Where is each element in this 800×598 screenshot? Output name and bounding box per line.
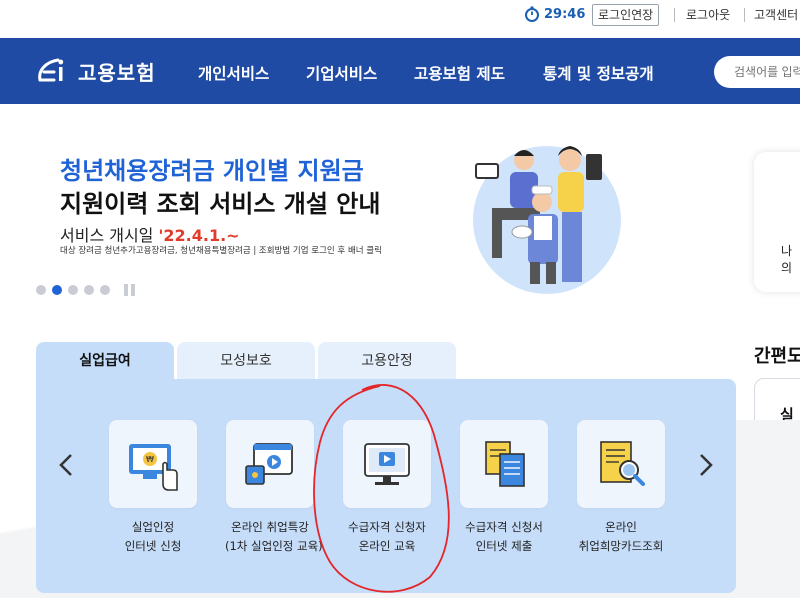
service-item-job-card-lookup[interactable]: 온라인 취업희망카드조회 — [576, 420, 666, 556]
service-box[interactable] — [460, 420, 548, 508]
slide-dot-5[interactable] — [100, 285, 110, 295]
banner-date-value: '22.4.1.~ — [158, 226, 240, 245]
session-timer: 29:46 — [524, 6, 585, 22]
service-label: 온라인 취업특강 (1차 실업인정 교육) — [225, 518, 323, 556]
service-label: 수급자격 신청서 인터넷 제출 — [459, 518, 549, 556]
slide-dot-3[interactable] — [68, 285, 78, 295]
stopwatch-icon — [525, 6, 539, 22]
slide-dot-4[interactable] — [84, 285, 94, 295]
chevron-left-icon[interactable] — [56, 450, 76, 480]
banner-date-prefix: 서비스 개시일 — [60, 226, 159, 245]
service-item-online-lecture[interactable]: 온라인 취업특강 (1차 실업인정 교육) — [225, 420, 323, 556]
divider — [744, 8, 745, 22]
service-item-unemployment-online[interactable]: ₩ 실업인정 인터넷 신청 — [108, 420, 198, 556]
side-card-text: 나의 — [781, 244, 793, 275]
nav-item-statistics[interactable]: 통계 및 정보공개 — [543, 62, 654, 84]
utility-bar: 29:46 로그인연장 로그아웃 고객센터 — [0, 0, 800, 38]
service-box[interactable] — [226, 420, 314, 508]
tab-maternity-protection[interactable]: 모성보호 — [177, 342, 315, 380]
support-center-link[interactable]: 고객센터 — [754, 6, 798, 23]
service-label-line1: 온라인 — [605, 520, 637, 534]
service-label-line1: 온라인 취업특강 — [231, 520, 309, 534]
banner-people-illustration — [473, 146, 621, 294]
timer-text: 29:46 — [544, 6, 586, 22]
service-item-application-submit[interactable]: 수급자격 신청서 인터넷 제출 — [459, 420, 549, 556]
tab-unemployment-benefit[interactable]: 실업급여 — [36, 342, 174, 380]
main-navbar: 고용보험 개인서비스 기업서비스 고용보험 제도 통계 및 정보공개 — [0, 38, 800, 104]
divider — [674, 8, 675, 22]
service-box[interactable]: ₩ — [109, 420, 197, 508]
service-box[interactable] — [343, 420, 431, 508]
logout-link[interactable]: 로그아웃 — [686, 6, 730, 23]
service-label-line1: 실업인정 — [131, 520, 175, 534]
service-label-line2: 취업희망카드조회 — [578, 539, 664, 553]
online-education-icon — [364, 443, 410, 485]
nav-item-insurance-system[interactable]: 고용보험 제도 — [414, 62, 505, 84]
monitor-hand-icon: ₩ — [129, 444, 178, 491]
nav-item-business[interactable]: 기업서비스 — [306, 62, 377, 84]
tab-employment-stability[interactable]: 고용안정 — [318, 342, 456, 380]
slide-dot-2[interactable] — [52, 285, 62, 295]
svg-text:₩: ₩ — [146, 455, 154, 464]
service-label: 수급자격 신청자 온라인 교육 — [342, 518, 432, 556]
banner-note: 대상 장려금 청년추가고용장려금, 청년채용특별장려금 | 조회방법 기업 로그… — [60, 246, 382, 256]
pause-icon[interactable] — [124, 284, 135, 296]
ei-logo-icon — [38, 58, 64, 82]
service-label: 온라인 취업희망카드조회 — [576, 518, 666, 556]
documents-icon — [485, 441, 525, 487]
search-input[interactable] — [714, 56, 800, 88]
logo-text: 고용보험 — [78, 60, 156, 85]
banner-service-date: 서비스 개시일 '22.4.1.~ — [60, 222, 240, 246]
site-logo[interactable]: 고용보험 — [34, 54, 156, 88]
service-label-line2: 인터넷 신청 — [124, 539, 182, 553]
slide-dot-1[interactable] — [36, 285, 46, 295]
document-search-icon — [600, 441, 645, 486]
service-label-line2: (1차 실업인정 교육) — [225, 539, 323, 553]
banner-title-line2[interactable]: 지원이력 조회 서비스 개설 안내 — [60, 184, 380, 219]
banner-pagination — [36, 284, 135, 296]
service-box[interactable] — [577, 420, 665, 508]
service-label: 실업인정 인터넷 신청 — [108, 518, 198, 556]
service-label-line2: 인터넷 제출 — [475, 539, 533, 553]
service-item-online-education[interactable]: 수급자격 신청자 온라인 교육 — [342, 420, 432, 556]
banner-title-line1[interactable]: 청년채용장려금 개인별 지원금 — [60, 151, 364, 186]
service-label-line1: 수급자격 신청서 — [465, 520, 543, 534]
chevron-right-icon[interactable] — [696, 450, 716, 480]
nav-item-personal[interactable]: 개인서비스 — [198, 62, 269, 84]
video-lecture-icon — [245, 443, 293, 485]
service-label-line1: 수급자격 신청자 — [348, 520, 426, 534]
quick-section-title: 간편도 — [754, 346, 800, 367]
service-label-line2: 온라인 교육 — [358, 539, 416, 553]
login-extend-button[interactable]: 로그인연장 — [592, 4, 660, 26]
